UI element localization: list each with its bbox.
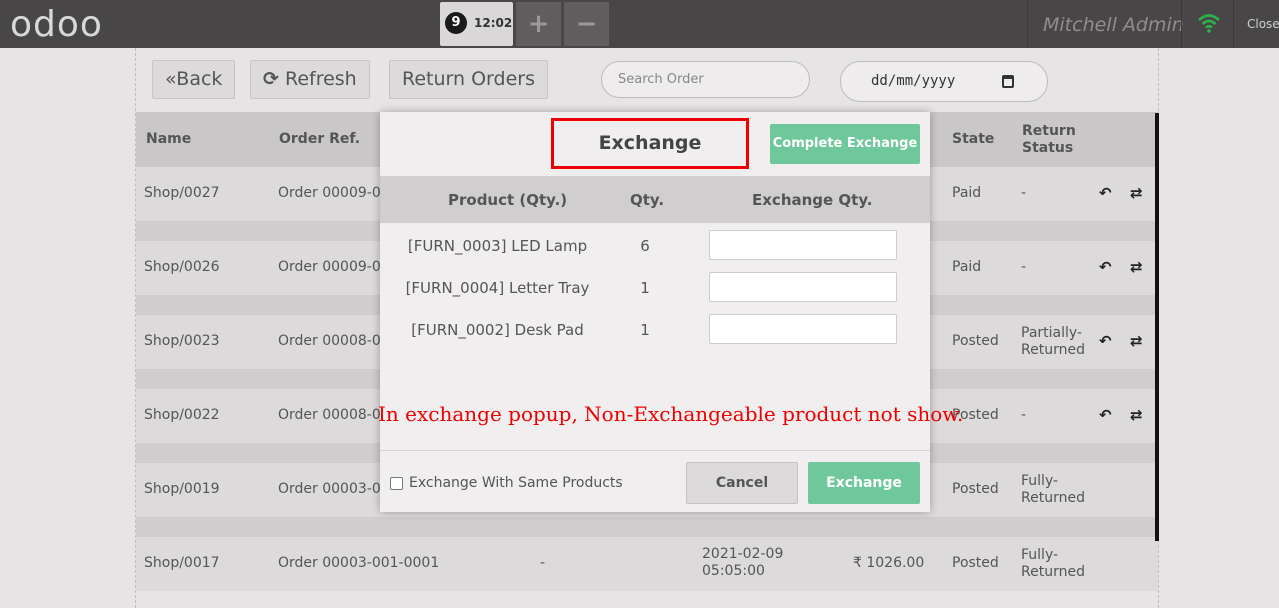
row-return-status-line2: Returned <box>1021 490 1085 506</box>
return-orders-button[interactable]: Return Orders <box>389 60 548 99</box>
row-return-status-line2: Returned <box>1021 342 1085 358</box>
navbar-divider <box>1233 0 1234 48</box>
cancel-button[interactable]: Cancel <box>686 462 798 504</box>
exchange-icon[interactable]: ⇄ <box>1130 259 1146 275</box>
row-name: Shop/0017 <box>144 555 220 571</box>
row-name: Shop/0027 <box>144 185 220 201</box>
exchange-qty-input[interactable] <box>709 230 897 260</box>
user-name[interactable]: Mitchell Admin <box>1043 14 1184 36</box>
exchange-qty-input[interactable] <box>709 314 897 344</box>
odoo-logo: odoo <box>10 4 103 45</box>
header-name: Name <box>146 131 192 147</box>
search-order-input[interactable]: Search Order <box>601 61 810 98</box>
annotation-note: In exchange popup, Non-Exchangeable prod… <box>378 402 964 426</box>
new-order-button[interactable]: + <box>516 2 561 46</box>
header-order-ref: Order Ref. <box>279 131 361 147</box>
row-return-status: - <box>1021 259 1027 275</box>
product-name: [FURN_0004] Letter Tray <box>405 279 590 297</box>
refresh-label: Refresh <box>284 68 357 90</box>
row-return-status-line1: Fully- <box>1021 473 1059 489</box>
order-number-badge: 9 <box>445 12 467 34</box>
same-products-checkbox[interactable] <box>390 477 403 490</box>
row-customer: - <box>540 555 546 571</box>
row-state: Posted <box>952 481 999 497</box>
exchange-icon[interactable]: ⇄ <box>1130 333 1146 349</box>
complete-exchange-button[interactable]: Complete Exchange <box>770 124 920 164</box>
header-return-status-line2: Status <box>1022 140 1074 156</box>
row-return-status-line1: Partially- <box>1021 325 1082 341</box>
refresh-icon: ⟳ <box>263 68 279 90</box>
product-name: [FURN_0002] Desk Pad <box>411 321 584 339</box>
return-icon[interactable]: ↶ <box>1099 407 1115 423</box>
date-placeholder: dd/mm/yyyy <box>871 73 956 89</box>
product-qty: 1 <box>640 279 650 297</box>
back-label: Back <box>176 68 223 90</box>
refresh-button[interactable]: ⟳ Refresh <box>250 60 370 99</box>
row-state: Paid <box>952 259 982 275</box>
product-name: [FURN_0003] LED Lamp <box>407 237 588 255</box>
close-button[interactable]: Close <box>1247 17 1279 31</box>
row-name: Shop/0023 <box>144 333 220 349</box>
modal-title: Exchange Products <box>598 132 702 199</box>
navbar-divider <box>1027 0 1028 48</box>
header-product: Product (Qty.) <box>448 191 568 209</box>
double-chevron-left-icon: « <box>165 68 177 90</box>
order-tab[interactable]: 9 12:02 <box>440 2 513 46</box>
row-name: Shop/0019 <box>144 481 220 497</box>
modal-footer-divider <box>380 450 930 451</box>
product-qty: 6 <box>640 237 650 255</box>
header-qty: Qty. <box>630 191 665 209</box>
row-order-ref: Order 00009-00 <box>278 185 390 201</box>
exchange-table-header: Product (Qty.) Qty. Exchange Qty. <box>380 176 930 223</box>
return-icon[interactable]: ↶ <box>1099 333 1115 349</box>
row-state: Posted <box>952 555 999 571</box>
row-spacer <box>136 517 1158 537</box>
header-exchange-qty: Exchange Qty. <box>752 191 873 209</box>
exchange-products-modal: Exchange Products Complete Exchange Prod… <box>378 112 963 512</box>
row-order-ref: Order 00009-00 <box>278 259 390 275</box>
exchange-row: [FURN_0003] LED Lamp 6 <box>380 225 930 267</box>
row-state: Paid <box>952 185 982 201</box>
navbar-divider <box>1181 0 1182 48</box>
row-name: Shop/0026 <box>144 259 220 275</box>
table-row[interactable]: Shop/0017 Order 00003-001-0001 - 2021-02… <box>136 537 1158 591</box>
row-time: 05:05:00 <box>702 563 765 579</box>
exchange-row: [FURN_0004] Letter Tray 1 <box>380 267 930 309</box>
row-order-ref: Order 00008-0 <box>278 407 381 423</box>
row-order-ref: Order 00003-00 <box>278 481 390 497</box>
row-name: Shop/0022 <box>144 407 220 423</box>
exchange-icon[interactable]: ⇄ <box>1130 185 1146 201</box>
back-button[interactable]: «Back <box>152 60 236 99</box>
header-state: State <box>952 131 995 147</box>
product-qty: 1 <box>640 321 650 339</box>
same-products-label[interactable]: Exchange With Same Products <box>409 475 623 491</box>
calendar-icon[interactable] <box>1002 75 1014 88</box>
row-return-status: - <box>1021 407 1027 423</box>
row-return-status-line1: Fully- <box>1021 547 1059 563</box>
delete-order-button[interactable]: − <box>564 2 609 46</box>
row-total: ₹ 1026.00 <box>853 555 925 571</box>
row-return-status: - <box>1021 185 1027 201</box>
return-icon[interactable]: ↶ <box>1099 259 1115 275</box>
exchange-qty-input[interactable] <box>709 272 897 302</box>
row-state: Posted <box>952 333 999 349</box>
top-navbar: odoo 9 12:02 + − Mitchell Admin Close <box>0 0 1279 48</box>
row-return-status-line2: Returned <box>1021 564 1085 580</box>
header-return-status-line1: Return <box>1022 123 1076 139</box>
order-time: 12:02 <box>474 16 513 30</box>
row-order-ref: Order 00008-00 <box>278 333 390 349</box>
exchange-button[interactable]: Exchange <box>808 462 920 504</box>
date-filter-input[interactable]: dd/mm/yyyy <box>840 61 1048 102</box>
exchange-row: [FURN_0002] Desk Pad 1 <box>380 309 930 351</box>
row-order-ref: Order 00003-001-0001 <box>278 555 440 571</box>
scrollbar[interactable] <box>1155 113 1159 541</box>
title-highlight-box: Exchange Products <box>551 118 749 199</box>
exchange-icon[interactable]: ⇄ <box>1130 407 1146 423</box>
row-date: 2021-02-09 <box>702 546 784 562</box>
return-icon[interactable]: ↶ <box>1099 185 1115 201</box>
wifi-icon <box>1198 14 1220 33</box>
